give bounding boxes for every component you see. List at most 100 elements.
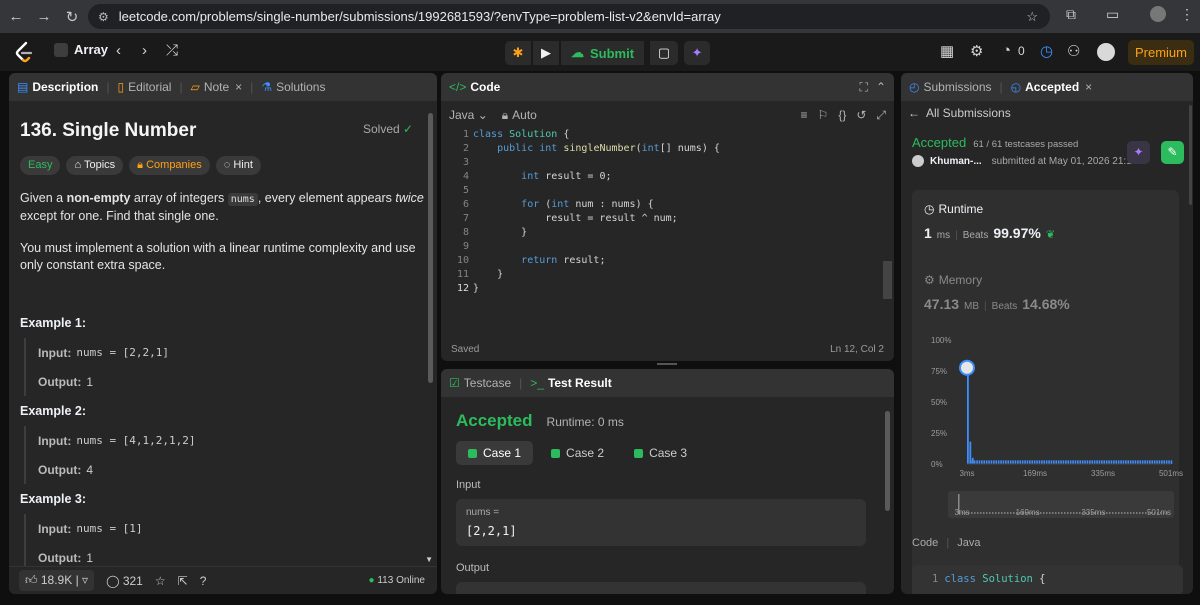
case-2-tab[interactable]: Case 2 bbox=[539, 441, 616, 465]
tail-bar bbox=[1120, 460, 1122, 464]
submit-button[interactable]: ☁ Submit bbox=[561, 41, 645, 65]
reading-list-icon[interactable]: ▭ bbox=[1106, 6, 1119, 23]
ai-sparkle-icon[interactable]: ✦ bbox=[684, 41, 711, 65]
resize-handle[interactable] bbox=[657, 363, 677, 365]
leaf-icon: ❦ bbox=[1045, 229, 1056, 241]
tail-bar bbox=[1129, 460, 1132, 464]
submitted-time: submitted at May 01, 2026 21:12 bbox=[991, 155, 1138, 167]
settings-gear-icon[interactable]: ⚙ bbox=[970, 42, 983, 60]
tab-testcase[interactable]: Testcase bbox=[464, 376, 511, 390]
tab-description[interactable]: Description bbox=[32, 80, 98, 94]
like-button[interactable]: 👍︎ 18.9K | ▿ bbox=[19, 570, 95, 591]
reset-icon[interactable]: ↺ bbox=[856, 108, 866, 122]
editor-scrollbar[interactable] bbox=[883, 261, 892, 299]
minimap-bar bbox=[1046, 512, 1048, 514]
tab-note[interactable]: Note bbox=[204, 80, 229, 94]
add-friend-icon[interactable]: ⚇ bbox=[1067, 42, 1080, 60]
run-icon[interactable]: ▶ bbox=[533, 41, 559, 65]
code-section-label: Code bbox=[912, 537, 939, 549]
forward-icon[interactable]: → bbox=[32, 5, 56, 29]
tab-solutions[interactable]: Solutions bbox=[276, 80, 325, 94]
tail-bar bbox=[1093, 460, 1096, 464]
favorite-star-icon[interactable]: ☆ bbox=[155, 574, 166, 588]
premium-button[interactable]: Premium bbox=[1128, 40, 1194, 65]
edit-solution-icon[interactable]: ✎ bbox=[1161, 141, 1184, 164]
extensions-icon[interactable]: ⧉ bbox=[1066, 6, 1076, 23]
layout-icon[interactable]: ▦ bbox=[940, 42, 954, 60]
tail-bar bbox=[1081, 460, 1084, 464]
description-panel: ▤ Description | ▯ Editorial | ▱ Note × |… bbox=[9, 73, 437, 594]
submission-scrollbar[interactable] bbox=[1189, 105, 1192, 205]
tail-bar bbox=[1055, 460, 1058, 464]
tail-bar bbox=[1115, 460, 1118, 464]
prev-problem-icon[interactable]: ‹ bbox=[116, 42, 121, 59]
description-scrollbar[interactable] bbox=[428, 113, 433, 383]
next-problem-icon[interactable]: › bbox=[142, 42, 147, 59]
language-select[interactable]: Java ⌄ bbox=[449, 108, 488, 122]
memory-value: 47.13 bbox=[924, 296, 960, 312]
site-settings-icon[interactable]: ⚙ bbox=[98, 10, 109, 24]
companies-tag[interactable]: 🔒︎ Companies bbox=[129, 156, 210, 175]
example-2-output: 4 bbox=[86, 462, 93, 477]
bookmark-icon[interactable]: ⚐ bbox=[818, 108, 829, 122]
minimap-bar bbox=[1067, 512, 1069, 514]
code-line: 5 bbox=[462, 185, 469, 196]
help-icon[interactable]: ? bbox=[200, 574, 207, 588]
braces-icon[interactable]: {} bbox=[838, 108, 846, 122]
input-box: nums = [2,2,1] bbox=[456, 499, 866, 546]
case-3-tab[interactable]: Case 3 bbox=[622, 441, 699, 465]
minimap-bar bbox=[1106, 512, 1108, 514]
collapse-icon[interactable]: ⌃ bbox=[876, 80, 886, 94]
hint-tag[interactable]: ◌ Hint bbox=[215, 156, 261, 175]
submitter-name[interactable]: Khuman-... bbox=[930, 156, 982, 167]
format-icon[interactable]: ≡ bbox=[801, 108, 808, 122]
minimap-bar bbox=[1139, 512, 1141, 514]
fullscreen-icon[interactable]: ⤢ bbox=[876, 108, 886, 123]
menu-dots-icon[interactable]: ⋮ bbox=[1180, 6, 1194, 23]
tab-test-result[interactable]: Test Result bbox=[548, 376, 612, 390]
comment-count: 321 bbox=[122, 573, 143, 588]
tail-bar bbox=[1117, 460, 1120, 464]
case-1-tab[interactable]: Case 1 bbox=[456, 441, 534, 465]
topics-tag[interactable]: ⌂ Topics bbox=[66, 156, 124, 175]
memory-title[interactable]: ⚙ Memory bbox=[924, 273, 1170, 287]
close-note-icon[interactable]: × bbox=[235, 80, 242, 94]
debug-icon[interactable]: ✱ bbox=[505, 41, 531, 65]
example-2-input: nums = [4,1,2,1,2] bbox=[76, 434, 196, 447]
problem-list-nav[interactable]: Array bbox=[54, 42, 108, 57]
like-count: 18.9K bbox=[40, 573, 73, 587]
minimap-bar bbox=[1040, 512, 1042, 514]
close-tab-icon[interactable]: × bbox=[1085, 80, 1092, 94]
tab-code[interactable]: Code bbox=[470, 80, 500, 94]
ai-analyze-icon[interactable]: ✦ bbox=[1127, 141, 1150, 164]
code-line: 12} bbox=[456, 283, 480, 294]
tab-submissions[interactable]: Submissions bbox=[923, 80, 991, 94]
profile-avatar[interactable] bbox=[1150, 6, 1166, 22]
share-icon[interactable]: ⇱ bbox=[178, 574, 188, 588]
maximize-icon[interactable]: ⛶ bbox=[860, 80, 868, 95]
leetcode-logo-icon[interactable] bbox=[14, 41, 34, 63]
back-icon[interactable]: ← bbox=[4, 5, 28, 29]
tab-accepted[interactable]: Accepted bbox=[1025, 80, 1079, 94]
tag-icon: ⌂ bbox=[74, 159, 84, 171]
address-bar[interactable]: ⚙ leetcode.com/problems/single-number/su… bbox=[88, 4, 1050, 29]
code-editor[interactable]: 1 class Solution { 2 public int singleNum… bbox=[441, 129, 894, 297]
timer-icon[interactable]: ◷ bbox=[1040, 42, 1053, 60]
streak-fire-icon[interactable]: ◔ bbox=[1002, 42, 1011, 59]
all-submissions-link[interactable]: ← All Submissions bbox=[901, 101, 1193, 125]
scroll-down-icon[interactable]: ▼ bbox=[425, 555, 433, 564]
runtime-distribution-chart[interactable]: 100% 75% 50% 25% 0% 3ms 169ms 335ms 501ms 3ms 169m… bbox=[901, 331, 1193, 531]
reload-icon[interactable]: ↻ bbox=[60, 5, 84, 29]
user-avatar[interactable] bbox=[1097, 43, 1115, 61]
problem-constraint-text: You must implement a solution with a lin… bbox=[20, 241, 416, 272]
bookmark-star-icon[interactable]: ☆ bbox=[1026, 9, 1038, 25]
comments-button[interactable]: ◯ 321 bbox=[106, 574, 143, 588]
problem-list-label: Array bbox=[74, 42, 108, 57]
runtime-beats-label: Beats bbox=[962, 230, 989, 241]
mode-label[interactable]: Auto bbox=[512, 108, 537, 122]
notes-icon[interactable]: ▢ bbox=[650, 41, 679, 65]
shuffle-icon[interactable]: ⤮ bbox=[166, 42, 178, 59]
result-scrollbar[interactable] bbox=[885, 411, 890, 511]
tab-editorial[interactable]: Editorial bbox=[128, 80, 171, 94]
tail-bar bbox=[1014, 460, 1017, 464]
